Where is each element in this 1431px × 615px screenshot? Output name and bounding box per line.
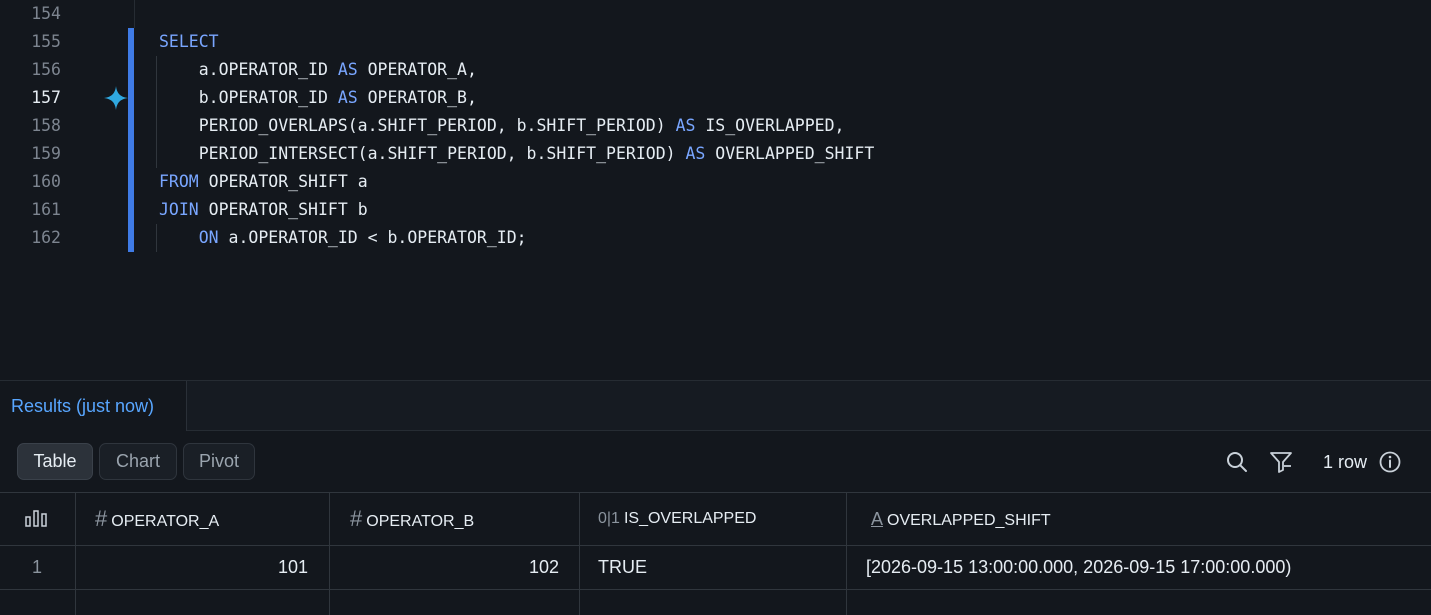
column-stats-icon[interactable]: [24, 508, 48, 528]
sql-token: OPERATOR_B,: [357, 88, 477, 107]
cell-overlapped-shift[interactable]: [2026-09-15 13:00:00.000, 2026-09-15 17:…: [866, 546, 1291, 589]
code-line[interactable]: 158 PERIOD_OVERLAPS(a.SHIFT_PERIOD, b.SH…: [0, 112, 1431, 140]
info-icon[interactable]: [1378, 450, 1402, 474]
column-divider: [329, 492, 330, 615]
column-name: OPERATOR_A: [111, 513, 220, 530]
column-divider: [579, 492, 580, 615]
code-text[interactable]: JOIN OPERATOR_SHIFT b: [159, 196, 368, 224]
line-number: 158: [31, 116, 61, 135]
code-text[interactable]: FROM OPERATOR_SHIFT a: [159, 168, 368, 196]
sql-token: PERIOD_INTERSECT(a.SHIFT_PERIOD, b.SHIFT…: [159, 144, 686, 163]
column-name: OPERATOR_B: [366, 513, 475, 530]
sql-token: a.OPERATOR_ID: [159, 60, 338, 79]
search-icon[interactable]: [1225, 450, 1249, 474]
code-text[interactable]: SELECT: [159, 28, 219, 56]
number-type-icon: #: [95, 506, 108, 531]
view-pivot-button[interactable]: Pivot: [183, 443, 255, 480]
sql-keyword: SELECT: [159, 32, 219, 51]
number-type-icon: #: [350, 506, 363, 531]
sql-keyword: AS: [337, 60, 358, 79]
code-line[interactable]: 161 JOIN OPERATOR_SHIFT b: [0, 196, 1431, 224]
cell-operator-a[interactable]: 101: [75, 546, 308, 589]
boolean-type-icon: 0|1: [598, 510, 620, 527]
sql-keyword: AS: [337, 88, 358, 107]
results-panel: Results (just now) Table Chart Pivot 1 r…: [0, 380, 1431, 615]
sql-keyword: FROM: [159, 172, 199, 191]
sql-token: a.OPERATOR_ID < b.OPERATOR_ID;: [218, 228, 527, 247]
row-index: 1: [32, 557, 43, 577]
view-chart-button[interactable]: Chart: [99, 443, 177, 480]
line-number: 155: [31, 32, 61, 51]
column-divider: [846, 492, 847, 615]
cell-is-overlapped[interactable]: TRUE: [598, 546, 647, 589]
empty-row: [0, 590, 1431, 615]
column-header-is-overlapped[interactable]: 0|1 IS_OVERLAPPED: [598, 493, 756, 545]
code-line[interactable]: 162 ON a.OPERATOR_ID < b.OPERATOR_ID;: [0, 224, 1431, 252]
code-text[interactable]: ON a.OPERATOR_ID < b.OPERATOR_ID;: [159, 224, 527, 252]
tab-results[interactable]: Results (just now): [0, 381, 187, 431]
line-number: 154: [31, 4, 61, 23]
line-number: 157: [31, 88, 61, 107]
sql-token: OPERATOR_A,: [357, 60, 477, 79]
sql-token: OPERATOR_SHIFT a: [198, 172, 368, 191]
code-line[interactable]: 157 b.OPERATOR_ID AS OPERATOR_B,: [0, 84, 1431, 112]
sql-keyword: ON: [198, 228, 219, 247]
column-name: IS_OVERLAPPED: [623, 510, 757, 527]
row-count: 1 row: [1323, 452, 1368, 472]
code-line[interactable]: 154: [0, 0, 1431, 28]
line-number: 161: [31, 200, 61, 219]
column-divider: [75, 492, 76, 615]
sql-keyword: AS: [675, 116, 696, 135]
sql-editor[interactable]: 154 155 SELECT 156 a.OPERATOR_ID AS OPERATO…: [0, 0, 1431, 380]
column-header-operator-a[interactable]: # OPERATOR_A: [95, 493, 219, 545]
code-text[interactable]: PERIOD_INTERSECT(a.SHIFT_PERIOD, b.SHIFT…: [159, 140, 875, 168]
sql-token: OPERATOR_SHIFT b: [198, 200, 368, 219]
line-number: 160: [31, 172, 61, 191]
code-text[interactable]: a.OPERATOR_ID AS OPERATOR_A,: [159, 56, 477, 84]
code-line[interactable]: 159 PERIOD_INTERSECT(a.SHIFT_PERIOD, b.S…: [0, 140, 1431, 168]
results-toolbar: Table Chart Pivot 1 row: [0, 431, 1431, 492]
code-line[interactable]: 156 a.OPERATOR_ID AS OPERATOR_A,: [0, 56, 1431, 84]
view-table-button[interactable]: Table: [17, 443, 93, 480]
sql-keyword: AS: [685, 144, 706, 163]
table-header-row: # OPERATOR_A # OPERATOR_B 0|1 IS_OVERLAPPED…: [0, 492, 1431, 546]
line-number: 159: [31, 144, 61, 163]
filter-icon[interactable]: [1269, 450, 1293, 474]
column-header-operator-b[interactable]: # OPERATOR_B: [350, 493, 474, 545]
code-text[interactable]: PERIOD_OVERLAPS(a.SHIFT_PERIOD, b.SHIFT_…: [159, 112, 845, 140]
text-type-icon: A: [871, 509, 884, 529]
results-tabbar: Results (just now): [0, 380, 1431, 431]
line-number: 162: [31, 228, 61, 247]
sql-token: IS_OVERLAPPED,: [695, 116, 845, 135]
table-row[interactable]: 1 101 102 TRUE [2026-09-15 13:00:00.000,…: [0, 546, 1431, 590]
sql-keyword: JOIN: [159, 200, 199, 219]
sql-token: OVERLAPPED_SHIFT: [705, 144, 875, 163]
column-name: OVERLAPPED_SHIFT: [887, 512, 1051, 529]
column-header-overlapped-shift[interactable]: A OVERLAPPED_SHIFT: [871, 493, 1051, 545]
sql-token: b.OPERATOR_ID: [159, 88, 338, 107]
results-table: # OPERATOR_A # OPERATOR_B 0|1 IS_OVERLAPPED…: [0, 492, 1431, 615]
code-line[interactable]: 155 SELECT: [0, 28, 1431, 56]
line-number: 156: [31, 60, 61, 79]
code-text[interactable]: b.OPERATOR_ID AS OPERATOR_B,: [159, 84, 477, 112]
code-line[interactable]: 160 FROM OPERATOR_SHIFT a: [0, 168, 1431, 196]
sql-token: PERIOD_OVERLAPS(a.SHIFT_PERIOD, b.SHIFT_…: [159, 116, 676, 135]
cell-operator-b[interactable]: 102: [330, 546, 559, 589]
